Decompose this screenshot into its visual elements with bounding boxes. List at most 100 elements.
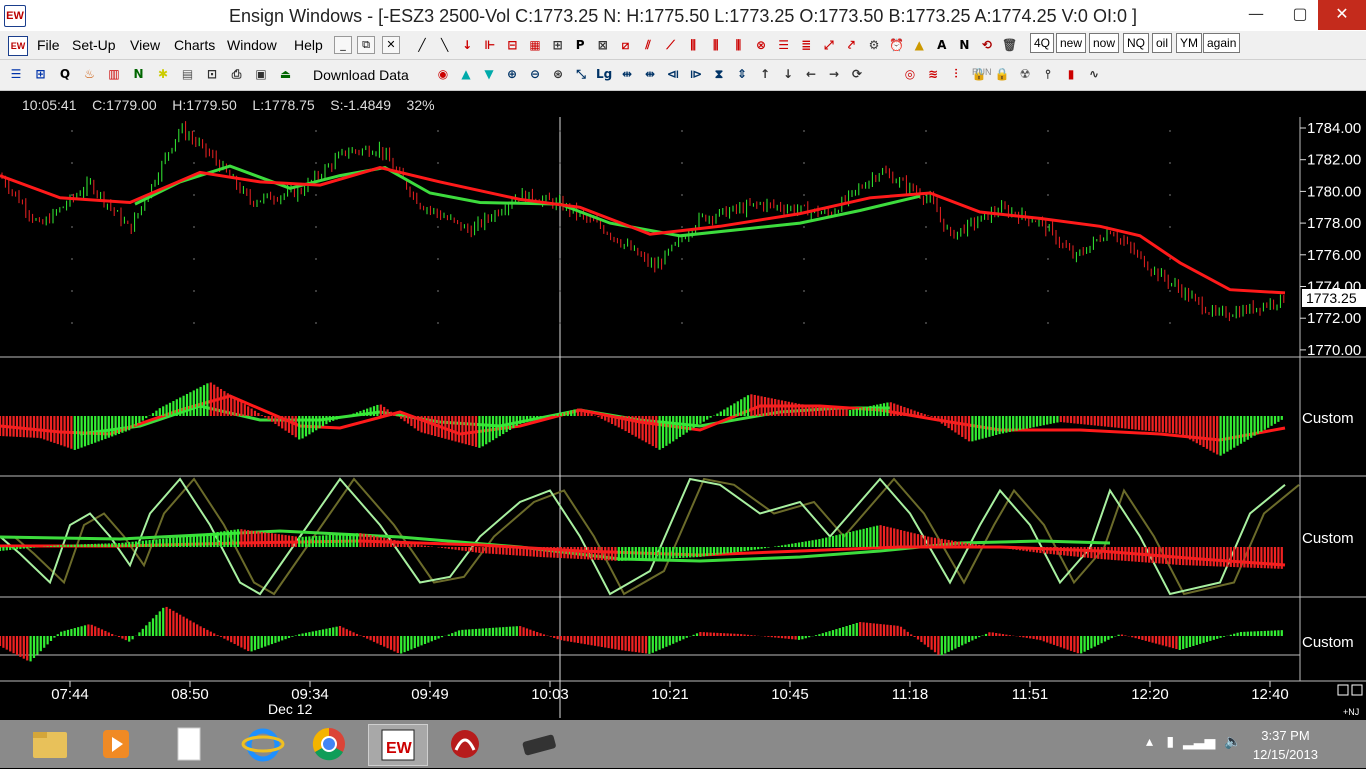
system-clock[interactable]: 3:37 PM 12/15/2013 <box>1253 726 1318 764</box>
menu-file[interactable]: File <box>37 37 60 53</box>
menu-charts[interactable]: Charts <box>174 37 215 53</box>
layout-icon[interactable]: ⊞ <box>33 66 49 82</box>
download-data-button[interactable]: Download Data <box>313 67 409 83</box>
zoom-in-icon[interactable]: ⊕ <box>504 66 520 82</box>
tray-icons[interactable]: ▴ ▮ ▂▃▅ 🔈 <box>1146 734 1242 750</box>
levels-tool-icon[interactable]: ☰ <box>776 37 792 53</box>
volume-icon[interactable]: 🔈 <box>1224 734 1241 750</box>
quick-4q-button[interactable]: 4Q <box>1030 33 1055 53</box>
expand-icon[interactable]: ⇕ <box>734 66 750 82</box>
menu-window[interactable]: Window <box>227 37 277 53</box>
network-icon[interactable]: ▂▃▅ <box>1183 734 1215 750</box>
chart-window[interactable]: 1784.00 1782.00 1780.00 1778.00 1776.00 1774.… <box>0 91 1366 718</box>
cycle3-tool-icon[interactable]: ⫼ <box>730 37 746 53</box>
last-icon[interactable]: ⧐ <box>688 66 704 82</box>
quick-oil-button[interactable]: oil <box>1152 33 1173 53</box>
ensign-windows-taskbar-icon[interactable]: EW <box>368 724 428 766</box>
lock2-icon[interactable]: 🔒 <box>994 66 1010 82</box>
page-icon[interactable]: ▤ <box>180 66 196 82</box>
down-arrow-tool-icon[interactable]: ↓ <box>459 37 475 53</box>
grid-tool-icon[interactable]: ▦ <box>527 37 543 53</box>
menu-setup[interactable]: Set-Up <box>72 37 116 53</box>
channel-tool-icon[interactable]: ⫽ <box>640 37 656 53</box>
news-icon[interactable]: N <box>131 66 147 82</box>
speed-tool-icon[interactable]: ⤤ <box>843 37 859 53</box>
cycle-tool-icon[interactable]: ⫼ <box>685 37 701 53</box>
chart-canvas[interactable]: 1784.001782.001780.001778.001776.001774.… <box>0 91 1366 718</box>
menu-view[interactable]: View <box>130 37 160 53</box>
notepad-taskbar-icon[interactable] <box>160 724 218 764</box>
note-tool-icon[interactable]: N <box>956 37 972 53</box>
ray-tool-icon[interactable]: ╲ <box>437 37 453 53</box>
reset-icon[interactable]: ⟳ <box>849 66 865 82</box>
file-explorer-taskbar-icon[interactable] <box>20 724 78 764</box>
window-icon[interactable]: ▣ <box>253 66 269 82</box>
gann-tool-icon[interactable]: ⧄ <box>617 37 633 53</box>
pin-icon[interactable]: ⫯ <box>1040 66 1056 82</box>
menu-help[interactable]: Help <box>294 37 323 53</box>
settings-tool-icon[interactable]: ⚙ <box>866 37 882 53</box>
clock-icon[interactable]: ◎ <box>902 66 918 82</box>
retrace-tool-icon[interactable]: ⊟ <box>504 37 520 53</box>
mdi-minimize-button[interactable]: _ <box>334 36 352 54</box>
triangle-tool-icon[interactable]: ▲ <box>911 37 927 53</box>
child-window-icon[interactable]: EW <box>8 36 28 56</box>
quote-icon[interactable]: Q <box>57 66 73 82</box>
arrow-left-icon[interactable]: ← <box>803 66 819 82</box>
arrow-down-icon[interactable]: ↓ <box>780 66 796 82</box>
delete-tool-icon[interactable]: 🗑 <box>1002 37 1018 53</box>
adobe-taskbar-icon[interactable] <box>436 724 494 764</box>
battery-icon[interactable]: ▮ <box>1166 734 1174 750</box>
fib-tool-icon[interactable]: ⊩ <box>482 37 498 53</box>
lines-tool-icon[interactable]: ≣ <box>798 37 814 53</box>
media-player-taskbar-icon[interactable] <box>86 724 144 764</box>
bar-icon[interactable]: ⫶ <box>948 66 964 82</box>
settings-icon[interactable]: ◉ <box>435 66 451 82</box>
rect-tool-icon[interactable]: ⊠ <box>595 37 611 53</box>
minimize-button[interactable]: — <box>1234 0 1278 30</box>
curve-icon[interactable]: ∿ <box>1086 66 1102 82</box>
log-icon[interactable]: Lg <box>596 66 612 82</box>
quick-ym-button[interactable]: YM <box>1176 33 1202 53</box>
circle-tool-icon[interactable]: ⊗ <box>753 37 769 53</box>
candle-icon[interactable]: ▮ <box>1063 66 1079 82</box>
quick-nq-button[interactable]: NQ <box>1123 33 1149 53</box>
extend-tool-icon[interactable]: ⤢ <box>821 37 837 53</box>
hot-icon[interactable]: ♨ <box>82 66 98 82</box>
fit-icon[interactable]: ⤡ <box>573 66 589 82</box>
run-button[interactable]: RUN <box>972 67 992 83</box>
pitchfork-tool-icon[interactable]: P <box>572 37 588 53</box>
wave-icon[interactable]: ≋ <box>925 66 941 82</box>
arrow-up-icon[interactable]: ↑ <box>757 66 773 82</box>
alarm-tool-icon[interactable]: ⏰ <box>889 37 905 53</box>
arrow-right-icon[interactable]: → <box>826 66 842 82</box>
zoom-out-icon[interactable]: ⊖ <box>527 66 543 82</box>
text-tool-icon[interactable]: A <box>934 37 950 53</box>
print-icon[interactable]: ⎙ <box>229 66 245 82</box>
internet-explorer-taskbar-icon[interactable] <box>234 724 292 764</box>
capture-icon[interactable]: ⊡ <box>204 66 220 82</box>
hourglass-icon[interactable]: ⧗ <box>711 66 727 82</box>
down-icon[interactable]: ▼ <box>481 66 497 82</box>
chrome-taskbar-icon[interactable] <box>300 724 358 764</box>
bars-icon[interactable]: ▥ <box>106 66 122 82</box>
zoom-icon[interactable]: ⊛ <box>550 66 566 82</box>
device-taskbar-icon[interactable] <box>510 724 568 764</box>
window-split-icon[interactable] <box>1351 684 1363 696</box>
close-button[interactable]: ✕ <box>1318 0 1366 30</box>
shift-icon[interactable]: ⇹ <box>619 66 635 82</box>
first-icon[interactable]: ⧏ <box>665 66 681 82</box>
quick-new-button[interactable]: new <box>1056 33 1087 53</box>
chart-list-icon[interactable]: ☰ <box>8 66 24 82</box>
undo-tool-icon[interactable]: ⟲ <box>979 37 995 53</box>
quick-now-button[interactable]: now <box>1089 33 1120 53</box>
show-hidden-icons-icon[interactable]: ▴ <box>1146 734 1153 750</box>
up-icon[interactable]: ▲ <box>458 66 474 82</box>
maximize-button[interactable]: ▢ <box>1278 0 1322 30</box>
trend-tool-icon[interactable]: ⟋ <box>663 37 679 53</box>
quick-again-button[interactable]: again <box>1203 33 1241 53</box>
box-tool-icon[interactable]: ⊞ <box>550 37 566 53</box>
mdi-restore-button[interactable]: ⧉ <box>357 36 375 54</box>
radiation-icon[interactable]: ☢ <box>1017 66 1033 82</box>
mdi-close-button[interactable]: ✕ <box>382 36 400 54</box>
